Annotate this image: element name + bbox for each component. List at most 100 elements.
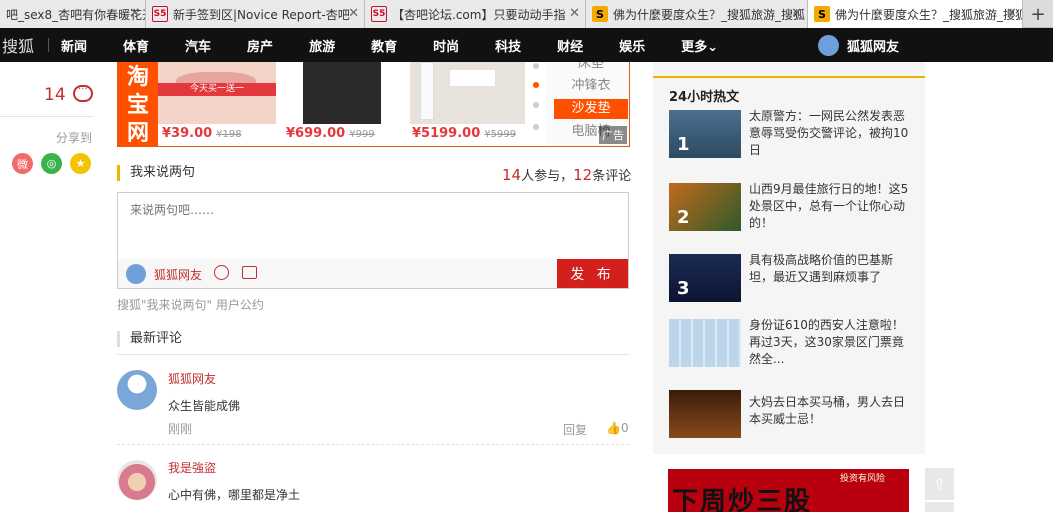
browser-tab-1[interactable]: 吧_sex8_杏吧有你春暖花开 ✕ [0,0,146,28]
ad-tag: 广告 [599,126,627,144]
comment-input[interactable] [118,193,628,259]
browser-tab-bar: 吧_sex8_杏吧有你春暖花开 ✕ S5 新手签到区|Novice Report… [0,0,1053,28]
tab-title: 吧_sex8_杏吧有你春暖花开 [6,7,146,22]
nav-divider [48,38,49,52]
publish-button[interactable]: 发 布 [557,259,628,288]
site-nav-bar: 搜狐 新闻 体育 汽车 房产 旅游 教育 时尚 科技 财经 娱乐 更多⌄ 狐狐网… [0,28,1053,62]
rank-number: 1 [677,134,690,155]
product-image-aircon[interactable] [410,62,525,124]
browser-tab-5-active[interactable]: S 佛为什麼要度众生？_搜狐旅游_搜狐 ✕ [808,0,1023,28]
hot-article-item[interactable]: 3 具有极高战略价值的巴基斯坦，最近又遇到麻烦事了 [669,253,925,304]
tab-title: 【杏吧论坛.com】只要动动手指 [392,7,566,22]
comment-count[interactable]: 14 [44,85,66,105]
image-icon[interactable] [242,266,257,279]
comment-time: 刚刚 [168,422,193,436]
share-label: 分享到 [56,131,93,145]
nav-item-news[interactable]: 新闻 [61,36,87,55]
nav-item-sports[interactable]: 体育 [123,36,149,55]
article-thumbnail [669,390,741,438]
nav-item-finance[interactable]: 财经 [557,36,583,55]
close-icon[interactable]: ✕ [569,6,580,21]
product-price: ¥699.00 ¥999 [286,126,375,141]
article-title: 具有极高战略价值的巴基斯坦，最近又遇到麻烦事了 [749,253,894,284]
taobao-brand: 淘宝网 [118,62,158,146]
favorite-star-icon[interactable]: ★ [70,153,91,174]
site-favicon-icon: S5 [371,6,387,22]
user-policy-link[interactable]: 搜狐"我来说两句" 用户公约 [117,296,264,313]
rank-number: 2 [677,207,690,228]
like-button[interactable]: 👍0 [606,421,629,435]
user-avatar [126,264,146,284]
comment-toolbar: 狐狐网友 发 布 [118,259,628,288]
browser-tab-3[interactable]: S5 【杏吧论坛.com】只要动动手指 ✕ [365,0,586,28]
ad-category[interactable]: 床垫 [554,62,628,74]
banner-small-text: 投资有风险 [840,474,886,484]
divider [117,354,629,355]
rank-number: 3 [677,278,690,299]
taobao-ad[interactable]: 淘宝网 今天买一送一 ¥39.00 ¥198 ¥699.00 ¥999 ¥5199.… [117,62,630,147]
nav-user-name: 狐狐网友 [847,40,900,55]
article-title: 身份证610的西安人注意啦！再过3天，这30家景区门票竟然全... [749,318,904,366]
hot-articles-panel: 24小时热文 1 太原警方：一网民公然发表恶意辱骂受伤交警评论，被拘10日 2 … [653,62,925,454]
commenter-avatar[interactable] [117,370,157,410]
tab-title: 佛为什麼要度众生？_搜狐旅游_搜狐 [835,7,1023,22]
commenter-name[interactable]: 狐狐网友 [168,370,216,387]
product-image-lipstick[interactable]: 今天买一送一 [158,62,276,124]
sohu-logo[interactable]: 搜狐 [0,33,46,57]
article-title: 山西9月最佳旅行日的地！这5处景区中，总有一个让你心动的！ [749,182,909,230]
side-tool-button[interactable] [925,502,954,512]
hot-article-item[interactable]: 1 太原警方：一网民公然发表恶意辱骂受伤交警评论，被拘10日 [669,109,925,160]
browser-tab-2[interactable]: S5 新手签到区|Novice Report-杏吧 ✕ [146,0,365,28]
nav-item-fashion[interactable]: 时尚 [433,36,459,55]
thumb-up-icon: 👍 [606,421,621,435]
article-title: 太原警方：一网民公然发表恶意辱骂受伤交警评论，被拘10日 [749,109,909,157]
comment-user-name[interactable]: 狐狐网友 [154,266,202,283]
commenter-avatar[interactable] [117,460,157,500]
user-avatar [818,35,839,56]
latest-comments-title: 最新评论 [117,331,182,347]
hot-article-item[interactable]: 2 山西9月最佳旅行日的地！这5处景区中，总有一个让你心动的！ [669,182,925,233]
nav-item-tech[interactable]: 科技 [495,36,521,55]
close-icon[interactable]: ✕ [129,6,140,21]
article-title: 大妈去日本买马桶，男人去日本买威士忌！ [749,395,906,426]
browser-tab-4[interactable]: S 佛为什麼要度众生？_搜狐旅游_搜狐 ✕ [586,0,808,28]
hot-article-item[interactable]: 身份证610的西安人注意啦！再过3天，这30家景区门票竟然全... [669,318,925,369]
wechat-icon[interactable]: ◎ [41,153,62,174]
nav-item-house[interactable]: 房产 [247,36,273,55]
divider [0,116,93,117]
reply-button[interactable]: 回复 [563,421,587,438]
nav-item-more[interactable]: 更多⌄ [681,36,718,55]
sohu-favicon-icon: S [592,6,608,22]
ad-category-active[interactable]: 沙发垫 [554,99,628,119]
site-favicon-icon: S5 [152,6,168,22]
commenter-name[interactable]: 我是強盜 [168,459,216,476]
ad-category[interactable]: 冲锋衣 [554,76,628,96]
sohu-favicon-icon: S [814,6,830,22]
close-icon[interactable]: ✕ [348,6,359,21]
emoji-icon[interactable] [214,265,229,280]
back-to-top-button[interactable]: ⇧ [925,468,954,500]
hot-article-item[interactable]: 大妈去日本买马桶，男人去日本买威士忌！ [669,390,925,440]
comment-bubble-icon[interactable] [73,81,93,102]
close-icon[interactable]: ✕ [791,6,802,21]
divider [117,444,629,445]
new-tab-button[interactable]: + [1023,0,1053,28]
comment-section-title: 我来说两句 [117,165,195,181]
nav-item-travel[interactable]: 旅游 [309,36,335,55]
weibo-icon[interactable]: 微 [12,153,33,174]
tab-title: 佛为什麼要度众生？_搜狐旅游_搜狐 [613,7,806,22]
stock-ad-banner[interactable]: 下周炒三股 投资有风险 [668,469,909,512]
comment-text: 众生皆能成佛 [168,399,241,413]
tab-title: 新手签到区|Novice Report-杏吧 [173,7,350,22]
nav-user[interactable]: 狐狐网友 [818,35,899,56]
product-image-jacket[interactable] [303,62,381,124]
nav-item-education[interactable]: 教育 [371,36,397,55]
product-price: ¥5199.00 ¥5999 [412,126,517,141]
nav-item-entertainment[interactable]: 娱乐 [619,36,645,55]
article-thumbnail [669,319,741,367]
ad-pager [533,62,541,146]
accent-line [653,76,925,78]
close-icon[interactable]: ✕ [1006,6,1017,21]
comment-stats: 14人参与，12条评论 [502,166,632,184]
nav-item-auto[interactable]: 汽车 [185,36,211,55]
